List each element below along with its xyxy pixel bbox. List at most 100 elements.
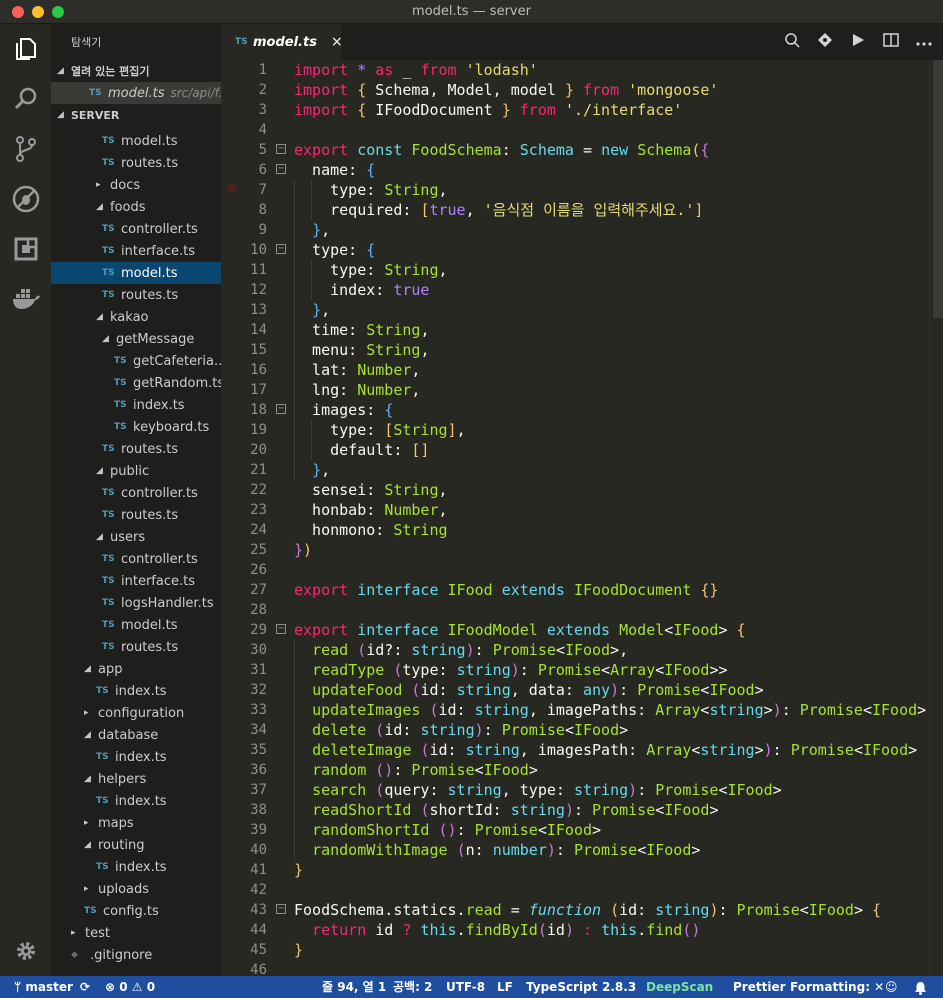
- code-text: type: String,: [294, 180, 447, 200]
- fold-toggle-icon[interactable]: −: [276, 624, 286, 634]
- manage-activity[interactable]: [0, 926, 51, 976]
- tree-file-item[interactable]: TS routes.ts: [51, 152, 221, 174]
- close-window-button[interactable]: [12, 6, 24, 18]
- tree-folder-item[interactable]: ◢ public: [51, 460, 221, 482]
- search-activity[interactable]: [0, 74, 51, 124]
- tree-file-item[interactable]: TS interface.ts: [51, 570, 221, 592]
- tree-folder-item[interactable]: ◢ users: [51, 526, 221, 548]
- indentation-status[interactable]: 공백: 2: [393, 976, 432, 998]
- tree-file-item[interactable]: TS keyboard.ts: [51, 416, 221, 438]
- code-token: >: [763, 701, 773, 719]
- minimize-window-button[interactable]: [32, 6, 44, 18]
- ts-version[interactable]: 2.8.3: [602, 976, 636, 998]
- code-token: ,: [411, 361, 421, 379]
- fold-toggle-icon[interactable]: −: [276, 244, 286, 254]
- source-control-activity[interactable]: [0, 124, 51, 174]
- tree-file-item[interactable]: TS model.ts: [51, 130, 221, 152]
- problems-status[interactable]: ⊗ 0 ⚠ 0: [105, 976, 155, 998]
- tree-item-label: getMessage: [116, 331, 195, 347]
- tree-folder-item[interactable]: ◢ getMessage: [51, 328, 221, 350]
- close-tab-button[interactable]: ×: [331, 34, 343, 50]
- editor-tabs: TS model.ts ×: [221, 24, 943, 60]
- debug-icon: [12, 185, 39, 213]
- tree-folder-item[interactable]: ▸ test: [51, 922, 221, 944]
- project-section[interactable]: ◢ SERVER: [51, 104, 221, 126]
- fold-toggle-icon[interactable]: −: [276, 164, 286, 174]
- tree-file-item[interactable]: TS interface.ts: [51, 240, 221, 262]
- code-editor[interactable]: 1 import * as _ from 'lodash' 2 import { Sc…: [221, 60, 943, 976]
- open-editors-section[interactable]: ◢ 열려 있는 편집기: [51, 60, 221, 82]
- tree-folder-item[interactable]: ◢ kakao: [51, 306, 221, 328]
- tree-file-item[interactable]: TS controller.ts: [51, 548, 221, 570]
- notifications-bell-icon[interactable]: [914, 976, 927, 998]
- split-editor-icon[interactable]: [880, 33, 902, 51]
- scrollbar-thumb[interactable]: [933, 60, 943, 318]
- tree-file-item[interactable]: ◆ .gitignore: [51, 944, 221, 966]
- code-line: 4: [221, 120, 936, 140]
- tree-file-item[interactable]: TS index.ts: [51, 856, 221, 878]
- prettier-status[interactable]: Prettier: [733, 976, 786, 998]
- fold-toggle-icon[interactable]: −: [276, 904, 286, 914]
- tree-folder-item[interactable]: ▸ maps: [51, 812, 221, 834]
- code-token: string: [655, 901, 710, 919]
- tree-file-item[interactable]: TS routes.ts: [51, 438, 221, 460]
- run-icon[interactable]: [847, 33, 869, 51]
- tree-folder-item[interactable]: ▸ configuration: [51, 702, 221, 724]
- tree-file-item[interactable]: TS controller.ts: [51, 482, 221, 504]
- code-token: ,: [456, 421, 466, 439]
- explorer-activity[interactable]: [0, 24, 51, 74]
- branch-name: master: [25, 980, 73, 994]
- activity-bar: [0, 24, 51, 976]
- tree-folder-item[interactable]: ◢ routing: [51, 834, 221, 856]
- compare-changes-icon[interactable]: [781, 32, 803, 52]
- tab-model-ts[interactable]: TS model.ts ×: [221, 24, 343, 60]
- more-actions-icon[interactable]: [913, 34, 935, 50]
- tree-file-item[interactable]: TS config.ts: [51, 900, 221, 922]
- zoom-window-button[interactable]: [52, 6, 64, 18]
- extensions-activity[interactable]: [0, 224, 51, 274]
- language-mode[interactable]: TypeScript: [526, 976, 597, 998]
- tree-file-item[interactable]: TS logsHandler.ts: [51, 592, 221, 614]
- code-text: delete (id: string): Promise<IFood>: [294, 720, 628, 740]
- tree-file-item[interactable]: TS getRandom.ts: [51, 372, 221, 394]
- tree-file-item[interactable]: TS getCafeteria...: [51, 350, 221, 372]
- tree-file-item[interactable]: TS routes.ts: [51, 636, 221, 658]
- fold-toggle-icon[interactable]: −: [276, 404, 286, 414]
- code-token: >: [754, 741, 764, 759]
- tree-item-label: database: [98, 727, 159, 743]
- git-lens-icon[interactable]: [814, 32, 836, 52]
- sync-button[interactable]: ⟳: [80, 976, 90, 998]
- editor-scrollbar[interactable]: [929, 60, 943, 976]
- fold-toggle-icon[interactable]: −: [276, 144, 286, 154]
- cursor-position[interactable]: 줄 94, 열 1: [322, 976, 386, 998]
- docker-activity[interactable]: [0, 274, 51, 324]
- deepscan-status[interactable]: DeepScan: [646, 976, 713, 998]
- formatting-status[interactable]: Formatting: ✕: [790, 976, 884, 998]
- tree-folder-item[interactable]: ◢ database: [51, 724, 221, 746]
- tree-folder-item[interactable]: ◢ app: [51, 658, 221, 680]
- open-editor-item[interactable]: TS model.ts src/api/f...: [51, 82, 221, 104]
- tree-file-item[interactable]: TS model.ts: [51, 614, 221, 636]
- code-token: lat:: [294, 361, 358, 379]
- eol-status[interactable]: LF: [497, 976, 513, 998]
- tree-file-item[interactable]: TS model.ts: [51, 262, 221, 284]
- tree-folder-item[interactable]: ▸ docs: [51, 174, 221, 196]
- tree-file-item[interactable]: TS controller.ts: [51, 218, 221, 240]
- tree-folder-item[interactable]: ◢ helpers: [51, 768, 221, 790]
- tree-file-item[interactable]: TS index.ts: [51, 680, 221, 702]
- line-number: 5: [258, 142, 267, 158]
- encoding-status[interactable]: UTF-8: [446, 976, 485, 998]
- line-number: 4: [258, 122, 267, 138]
- debug-activity[interactable]: [0, 174, 51, 224]
- tree-folder-item[interactable]: ◢ foods: [51, 196, 221, 218]
- tree-file-item[interactable]: TS index.ts: [51, 394, 221, 416]
- tree-file-item[interactable]: TS index.ts: [51, 746, 221, 768]
- tree-file-item[interactable]: TS routes.ts: [51, 284, 221, 306]
- code-text: export interface IFood extends IFoodDocu…: [294, 580, 718, 600]
- branch-status[interactable]: ᛘ master: [14, 976, 73, 998]
- line-number: 22: [250, 482, 267, 498]
- tree-file-item[interactable]: TS index.ts: [51, 790, 221, 812]
- tree-file-item[interactable]: TS routes.ts: [51, 504, 221, 526]
- feedback-icon[interactable]: ☺: [885, 976, 898, 998]
- tree-folder-item[interactable]: ▸ uploads: [51, 878, 221, 900]
